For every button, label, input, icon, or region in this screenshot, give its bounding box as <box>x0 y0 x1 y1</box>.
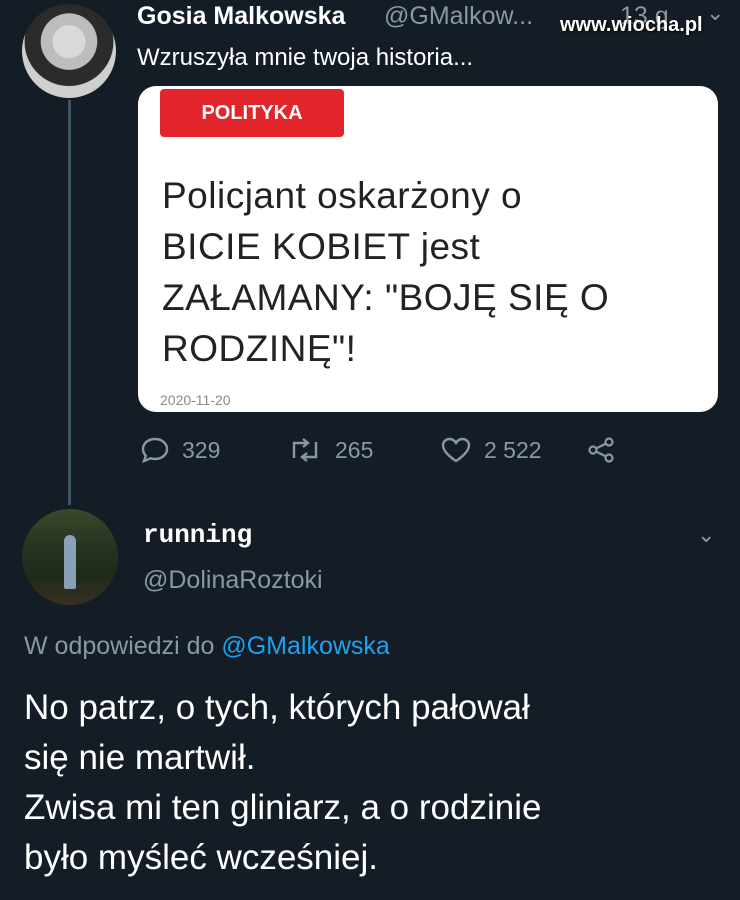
reply-text-line: się nie martwił. <box>24 738 256 777</box>
reply-text: No patrz, o tych, których pałował się ni… <box>24 683 724 883</box>
reply-icon <box>141 437 169 464</box>
card-headline: Policjant oskarżony o BICIE KOBIET jest … <box>162 170 682 374</box>
retweet-button[interactable]: 265 <box>287 436 373 464</box>
mention-link[interactable]: @GMalkowska <box>221 632 389 660</box>
share-button[interactable] <box>586 436 628 464</box>
reply-prefix: W odpowiedzi do <box>24 632 215 660</box>
reply-button[interactable]: 329 <box>140 436 220 464</box>
author-name[interactable]: Gosia Malkowska <box>137 2 345 31</box>
reply-text-line: No patrz, o tych, których pałował <box>24 688 530 727</box>
card-headline-line: RODZINĘ"! <box>162 328 357 369</box>
like-count: 2 522 <box>484 436 542 463</box>
link-card[interactable]: POLITYKA Policjant oskarżony o BICIE KOB… <box>138 86 718 412</box>
avatar[interactable] <box>22 4 116 98</box>
thread-connector-line <box>68 100 71 505</box>
card-category-tag: POLITYKA <box>160 89 344 137</box>
author-handle[interactable]: @GMalkow... <box>384 2 533 31</box>
reply-text-line: było myśleć wcześniej. <box>24 838 378 877</box>
like-icon <box>441 437 471 463</box>
avatar[interactable] <box>22 509 118 605</box>
chevron-down-icon[interactable]: ⌄ <box>706 0 724 26</box>
tweet-text: Wzruszyła mnie twoja historia... <box>137 44 474 71</box>
retweet-count: 265 <box>335 436 374 463</box>
author-handle[interactable]: @DolinaRoztoki <box>143 566 323 595</box>
reply-count: 329 <box>182 436 221 463</box>
like-button[interactable]: 2 522 <box>440 436 542 464</box>
card-date: 2020-11-20 <box>160 392 231 408</box>
card-headline-line: ZAŁAMANY: "BOJĘ SIĘ O <box>162 277 610 318</box>
retweet-icon <box>292 438 318 462</box>
chevron-down-icon[interactable]: ⌄ <box>697 522 715 548</box>
reply-text-line: Zwisa mi ten gliniarz, a o rodzinie <box>24 788 542 827</box>
card-headline-line: Policjant oskarżony o <box>162 175 523 216</box>
author-name[interactable]: running <box>143 520 252 550</box>
share-icon <box>588 437 614 463</box>
watermark: www.wiocha.pl <box>560 14 703 36</box>
avatar-figure <box>64 535 76 589</box>
reply-context: W odpowiedzi do @GMalkowska <box>24 632 390 661</box>
card-headline-line: BICIE KOBIET jest <box>162 226 481 267</box>
